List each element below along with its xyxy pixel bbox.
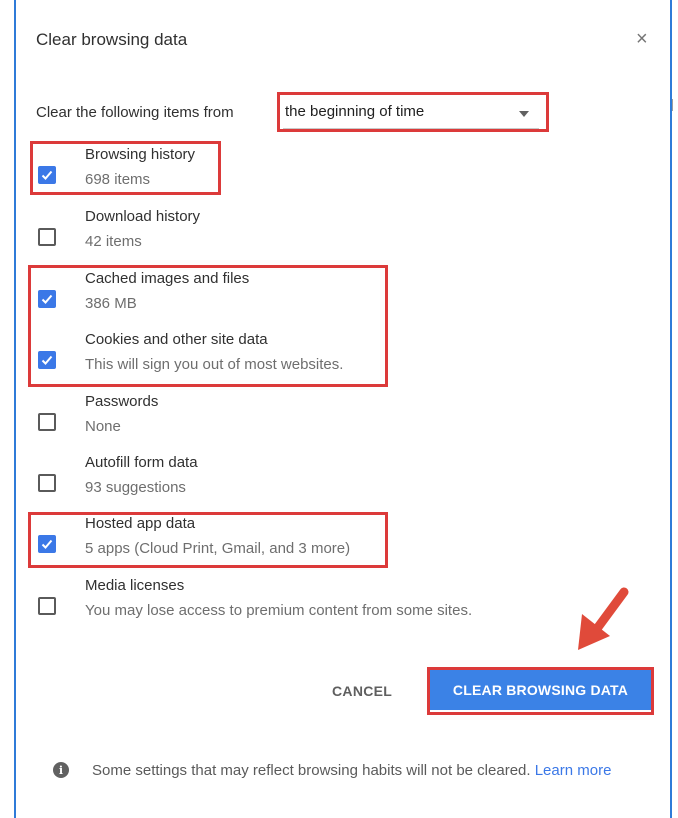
item-detail: 386 MB [85,295,137,312]
checkbox[interactable] [38,597,56,615]
item-label: Media licenses [85,577,185,594]
item-detail: 698 items [85,171,151,188]
clear-browsing-data-dialog: Clear browsing data × Clear the followin… [16,0,673,818]
window-border-right [670,0,672,818]
time-range-select[interactable]: the beginning of time [283,100,539,129]
footer-text: Some settings that may reflect browsing … [92,762,531,779]
divider [672,99,673,111]
checkbox-checked[interactable] [38,166,56,184]
item-label: Cached images and files [85,270,250,287]
dropdown-arrow-icon [519,111,529,117]
close-icon[interactable]: × [636,28,648,51]
info-icon: i [53,762,69,778]
checkbox[interactable] [38,413,56,431]
footer-note: Some settings that may reflect browsing … [92,758,652,783]
item-passwords[interactable]: Passwords None [36,393,596,443]
item-label: Passwords [85,393,159,410]
item-label: Autofill form data [85,454,198,471]
item-detail: This will sign you out of most websites. [85,356,344,373]
dialog-title: Clear browsing data [36,30,188,49]
item-detail: You may lose access to premium content f… [85,602,473,619]
item-media-licenses[interactable]: Media licenses You may lose access to pr… [36,577,596,627]
item-detail: 93 suggestions [85,479,186,496]
checkbox-checked[interactable] [38,535,56,553]
checkbox-checked[interactable] [38,351,56,369]
learn-more-link[interactable]: Learn more [535,762,612,779]
item-autofill[interactable]: Autofill form data 93 suggestions [36,454,596,504]
item-detail: 42 items [85,233,142,250]
item-detail: None [85,418,121,435]
pointer-arrow-icon [578,587,629,650]
item-label: Cookies and other site data [85,331,268,348]
clear-browsing-data-button[interactable]: CLEAR BROWSING DATA [430,670,651,710]
item-label: Download history [85,208,201,225]
checkbox[interactable] [38,228,56,246]
cancel-button[interactable]: CANCEL [332,683,392,699]
item-detail: 5 apps (Cloud Print, Gmail, and 3 more) [85,540,351,557]
item-label: Hosted app data [85,515,196,532]
time-range-value: the beginning of time [285,103,425,120]
checkbox[interactable] [38,474,56,492]
checkbox-checked[interactable] [38,290,56,308]
item-download-history[interactable]: Download history 42 items [36,208,596,258]
item-browsing-history[interactable]: Browsing history 698 items [36,146,596,196]
time-range-label: Clear the following items from [36,104,234,121]
item-cookies[interactable]: Cookies and other site data This will si… [36,331,596,381]
item-cached-images[interactable]: Cached images and files 386 MB [36,270,596,320]
item-label: Browsing history [85,146,196,163]
item-hosted-app-data[interactable]: Hosted app data 5 apps (Cloud Print, Gma… [36,515,596,565]
